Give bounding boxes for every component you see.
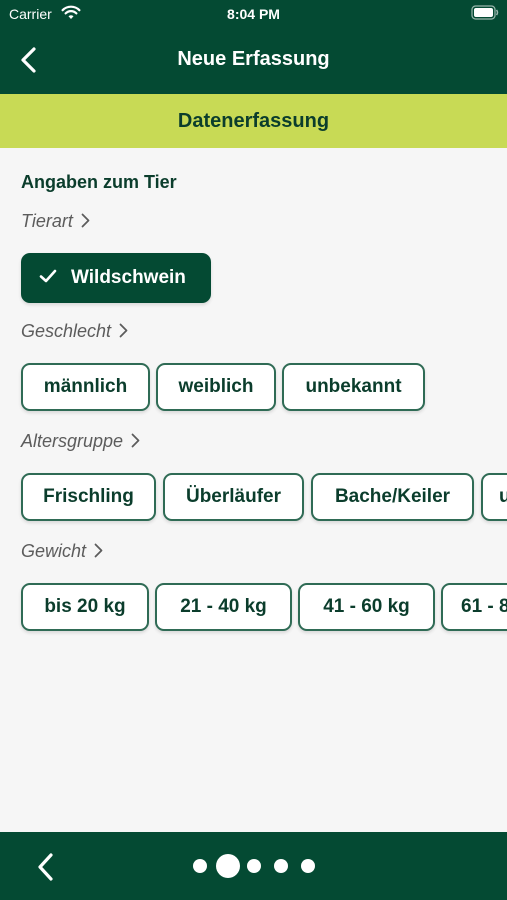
chevron-right-icon — [94, 542, 103, 563]
status-time: 8:04 PM — [227, 6, 280, 22]
form-content: Angaben zum Tier Tierart Wildschwein Ges… — [0, 148, 507, 832]
field-label-text: Tierart — [21, 211, 73, 231]
page-dot[interactable] — [247, 859, 261, 873]
status-bar: Carrier 8:04 PM — [0, 0, 507, 28]
chip-bis-20-kg[interactable]: bis 20 kg — [21, 583, 149, 631]
field-label-text: Gewicht — [21, 541, 87, 561]
chip-bache-keiler[interactable]: Bache/Keiler — [311, 473, 474, 521]
field-label-altersgruppe[interactable]: Altersgruppe — [21, 431, 140, 453]
page-title: Neue Erfassung — [177, 48, 330, 70]
chip-frischling[interactable]: Frischling — [21, 473, 156, 521]
chip-41-60-kg[interactable]: 41 - 60 kg — [298, 583, 435, 631]
battery-icon — [471, 5, 499, 25]
chip-label: Bache/Keiler — [334, 486, 451, 507]
chevron-right-icon — [81, 212, 90, 233]
chip-label: bis 20 kg — [44, 596, 126, 617]
field-label-gewicht[interactable]: Gewicht — [21, 541, 103, 563]
chip-label: 61 - 8 — [461, 596, 507, 617]
chevron-right-icon — [119, 322, 128, 343]
group-title: Angaben zum Tier — [21, 172, 177, 192]
page-dot[interactable] — [193, 859, 207, 873]
chip-ueberlaeufer[interactable]: Überläufer — [163, 473, 304, 521]
chip-wildschwein[interactable]: Wildschwein — [21, 253, 211, 303]
chip-weiblich[interactable]: weiblich — [156, 363, 276, 411]
field-label-text: Geschlecht — [21, 321, 112, 341]
chip-label: 41 - 60 kg — [323, 596, 410, 617]
chip-61-kg[interactable]: 61 - 8 — [441, 583, 507, 631]
footer-bar — [0, 832, 507, 900]
header: Carrier 8:04 PM Neue Erfassung — [0, 0, 507, 94]
chip-partial[interactable]: u — [481, 473, 507, 521]
page-dot[interactable] — [274, 859, 288, 873]
section-title: Datenerfassung — [177, 110, 330, 132]
field-label-geschlecht[interactable]: Geschlecht — [21, 321, 128, 343]
field-label-text: Altersgruppe — [21, 431, 124, 451]
chip-label: unbekannt — [305, 376, 402, 397]
chip-label: weiblich — [178, 376, 254, 397]
chip-maennlich[interactable]: männlich — [21, 363, 150, 411]
field-label-tierart[interactable]: Tierart — [21, 211, 90, 233]
chip-label: Frischling — [43, 486, 134, 507]
checkmark-icon — [39, 267, 57, 289]
chip-label: Wildschwein — [71, 267, 186, 288]
chevron-right-icon — [131, 432, 140, 453]
page-dot[interactable] — [301, 859, 315, 873]
chip-21-40-kg[interactable]: 21 - 40 kg — [155, 583, 292, 631]
chip-unbekannt[interactable]: unbekannt — [282, 363, 425, 411]
chip-label: u — [499, 486, 507, 507]
chip-label: 21 - 40 kg — [180, 596, 267, 617]
chip-label: männlich — [43, 376, 128, 397]
back-icon[interactable] — [36, 852, 58, 882]
page-dot-active[interactable] — [216, 854, 240, 878]
chip-label: Überläufer — [185, 486, 282, 507]
section-banner: Datenerfassung — [0, 94, 507, 148]
